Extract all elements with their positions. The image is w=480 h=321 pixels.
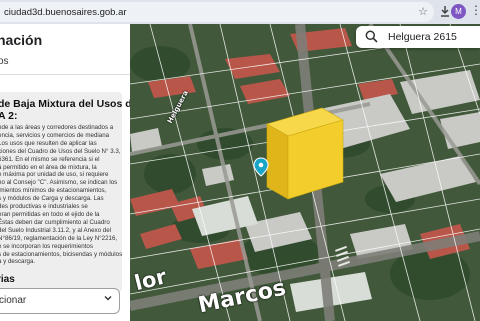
kebab-menu-icon[interactable]: ⋮	[470, 3, 480, 17]
card-body-line: no al Consejo "C". Asimismo, se indican …	[0, 179, 118, 187]
card-body-line: eran permitidas en todo el ejido de la	[0, 210, 100, 218]
browser-toolbar: ciudad3d.buenosaires.gob.ar ☆ M ⋮	[0, 0, 480, 24]
chevron-down-icon[interactable]	[103, 293, 113, 306]
card-body-line: Los usos que resulten de aplicar las	[0, 139, 97, 147]
card-body-line: e se incorporan los requerimientos	[0, 242, 93, 250]
bookmark-star-icon[interactable]: ☆	[418, 5, 428, 18]
card-body-line: s de estacionamientos, bicisendas y módu…	[0, 250, 123, 258]
search-icon[interactable]	[365, 30, 378, 43]
panel-subtitle[interactable]: os	[0, 56, 9, 67]
card-body-line: del Suelo Industrial 3.11.2, y al Anexo …	[0, 226, 112, 234]
card-title-line-1: de Baja Mixtura del Usos de	[0, 98, 130, 110]
card-title: de Baja Mixtura del Usos de A 2:	[0, 98, 130, 122]
card-body-line: imientos mínimos de estacionamientos,	[0, 187, 107, 195]
map-canvas[interactable]	[130, 24, 480, 321]
info-panel: nación os de Baja Mixtura del Usos de A …	[0, 24, 130, 321]
card-body-line: Éstas deben dar cumplimiento al Cuadro	[0, 218, 110, 226]
divider	[0, 74, 130, 75]
zoning-card: de Baja Mixtura del Usos de A 2: nde a l…	[0, 92, 130, 292]
select-value[interactable]: cionar	[0, 295, 26, 306]
card-body-line: N°86/19, reglamentación de la Ley N°2216…	[0, 234, 118, 242]
address-bar[interactable]: ciudad3d.buenosaires.gob.ar ☆	[0, 2, 434, 22]
section-label: rias	[0, 274, 15, 285]
highlighted-building[interactable]	[266, 107, 344, 200]
card-body-line: e máxima por unidad de uso, si requiere	[0, 171, 109, 179]
card-body-line: s y módulos de Carga y descarga. Las	[0, 195, 104, 203]
card-body-line: des productivas e industriales se	[0, 203, 88, 211]
category-select[interactable]: cionar	[0, 288, 120, 314]
map-view[interactable]: lor Marcos Helguera Helguera 2615	[130, 24, 480, 321]
search-input[interactable]: Helguera 2615	[388, 31, 457, 43]
card-body: nde a las áreas y corredores destinados …	[0, 124, 123, 266]
profile-avatar[interactable]: M	[451, 4, 466, 19]
card-title-line-2: A 2:	[0, 110, 18, 122]
card-body-line: ciones del Cuadro de Usos del Suelo N° 3…	[0, 147, 121, 155]
card-body-line: 6361. En el mismo se referencia si el	[0, 155, 100, 163]
card-body-line: encia, servicios y comercios de mediana	[0, 131, 110, 139]
panel-title: nación	[0, 32, 43, 48]
card-body-line: a y descarga.	[0, 258, 36, 266]
address-search-box[interactable]: Helguera 2615	[356, 26, 480, 48]
card-body-line: nde a las áreas y corredores destinados …	[0, 124, 114, 131]
card-body-line: á permitido en el área de mixtura, la	[0, 163, 97, 171]
url-text[interactable]: ciudad3d.buenosaires.gob.ar	[4, 7, 127, 18]
